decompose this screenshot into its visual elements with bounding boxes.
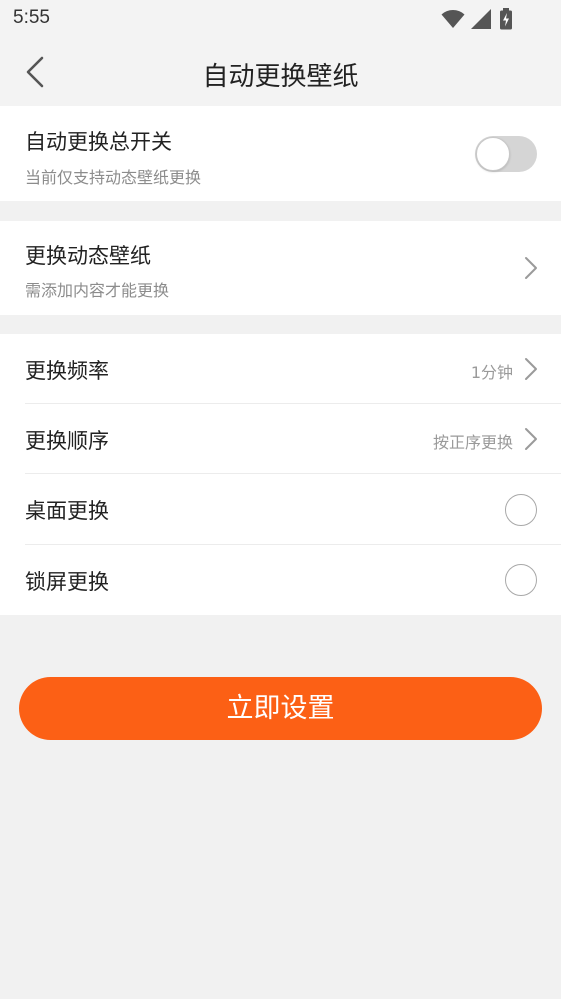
lockscreen-radio[interactable] bbox=[505, 564, 537, 596]
battery-charging-icon bbox=[500, 8, 512, 30]
status-icons bbox=[441, 8, 523, 30]
frequency-value: 1分钟 bbox=[470, 363, 513, 382]
app-bar: 自动更换壁纸 bbox=[0, 38, 561, 106]
toggle-knob bbox=[476, 137, 510, 171]
dynamic-wallpaper-title: 更换动态壁纸 bbox=[25, 244, 151, 268]
wifi-icon bbox=[441, 10, 465, 28]
chevron-right-icon bbox=[525, 428, 537, 450]
chevron-right-icon bbox=[525, 358, 537, 380]
frequency-label: 更换频率 bbox=[25, 359, 109, 383]
dynamic-wallpaper-subtitle: 需添加内容才能更换 bbox=[25, 281, 170, 300]
page-title: 自动更换壁纸 bbox=[202, 62, 359, 92]
lockscreen-label: 锁屏更换 bbox=[25, 570, 109, 594]
master-switch-subtitle: 当前仅支持动态壁纸更换 bbox=[25, 168, 202, 187]
status-bar: 5:55 bbox=[0, 0, 561, 38]
desktop-radio[interactable] bbox=[505, 494, 537, 526]
order-value: 按正序更换 bbox=[432, 433, 513, 452]
apply-now-button[interactable]: 立即设置 bbox=[19, 677, 542, 740]
frequency-row[interactable]: 更换频率 1分钟 bbox=[0, 334, 561, 403]
order-row[interactable]: 更换顺序 按正序更换 bbox=[0, 404, 561, 473]
desktop-row[interactable]: 桌面更换 bbox=[0, 474, 561, 544]
desktop-label: 桌面更换 bbox=[25, 499, 109, 523]
master-switch-toggle[interactable] bbox=[475, 136, 537, 172]
status-time: 5:55 bbox=[13, 7, 50, 28]
lockscreen-row[interactable]: 锁屏更换 bbox=[0, 545, 561, 615]
dynamic-wallpaper-card[interactable]: 更换动态壁纸 需添加内容才能更换 bbox=[0, 221, 561, 315]
order-label: 更换顺序 bbox=[25, 429, 109, 453]
master-switch-title: 自动更换总开关 bbox=[25, 130, 172, 154]
settings-card: 更换频率 1分钟 更换顺序 按正序更换 桌面更换 锁屏更换 bbox=[0, 334, 561, 615]
cellular-signal-icon bbox=[471, 9, 491, 29]
chevron-right-icon bbox=[525, 257, 537, 279]
master-switch-card: 自动更换总开关 当前仅支持动态壁纸更换 bbox=[0, 106, 561, 201]
